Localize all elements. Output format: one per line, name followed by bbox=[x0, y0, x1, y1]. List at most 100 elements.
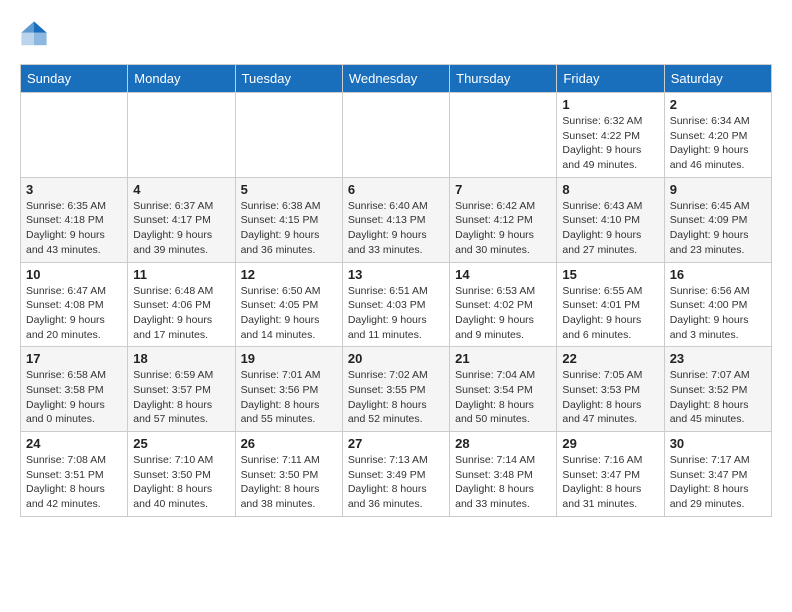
calendar-cell: 17 Sunrise: 6:58 AMSunset: 3:58 PMDayligh… bbox=[21, 347, 128, 432]
calendar-cell: 2 Sunrise: 6:34 AMSunset: 4:20 PMDaylight… bbox=[664, 93, 771, 178]
day-detail: Sunrise: 6:48 AMSunset: 4:06 PMDaylight:… bbox=[133, 284, 229, 343]
calendar-cell bbox=[342, 93, 449, 178]
calendar-cell: 23 Sunrise: 7:07 AMSunset: 3:52 PMDayligh… bbox=[664, 347, 771, 432]
calendar-header-tuesday: Tuesday bbox=[235, 65, 342, 93]
calendar-cell: 10 Sunrise: 6:47 AMSunset: 4:08 PMDayligh… bbox=[21, 262, 128, 347]
calendar-cell bbox=[128, 93, 235, 178]
day-detail: Sunrise: 6:47 AMSunset: 4:08 PMDaylight:… bbox=[26, 284, 122, 343]
day-detail: Sunrise: 6:34 AMSunset: 4:20 PMDaylight:… bbox=[670, 114, 766, 173]
day-number: 8 bbox=[562, 182, 658, 197]
day-number: 28 bbox=[455, 436, 551, 451]
calendar-cell: 26 Sunrise: 7:11 AMSunset: 3:50 PMDayligh… bbox=[235, 432, 342, 517]
day-number: 11 bbox=[133, 267, 229, 282]
calendar-week-row: 17 Sunrise: 6:58 AMSunset: 3:58 PMDayligh… bbox=[21, 347, 772, 432]
day-detail: Sunrise: 7:07 AMSunset: 3:52 PMDaylight:… bbox=[670, 368, 766, 427]
calendar-cell: 13Sunrise: 6:51 AMSunset: 4:03 PMDayligh… bbox=[342, 262, 449, 347]
day-detail: Sunrise: 7:10 AMSunset: 3:50 PMDaylight:… bbox=[133, 453, 229, 512]
day-detail: Sunrise: 6:59 AMSunset: 3:57 PMDaylight:… bbox=[133, 368, 229, 427]
page-header bbox=[20, 20, 772, 48]
day-detail: Sunrise: 7:16 AMSunset: 3:47 PMDaylight:… bbox=[562, 453, 658, 512]
calendar-cell: 27 Sunrise: 7:13 AMSunset: 3:49 PMDayligh… bbox=[342, 432, 449, 517]
calendar-week-row: 3Sunrise: 6:35 AMSunset: 4:18 PMDaylight… bbox=[21, 177, 772, 262]
day-number: 13 bbox=[348, 267, 444, 282]
day-number: 22 bbox=[562, 351, 658, 366]
day-number: 30 bbox=[670, 436, 766, 451]
day-number: 17 bbox=[26, 351, 122, 366]
day-detail: Sunrise: 7:11 AMSunset: 3:50 PMDaylight:… bbox=[241, 453, 337, 512]
day-number: 4 bbox=[133, 182, 229, 197]
day-detail: Sunrise: 7:01 AMSunset: 3:56 PMDaylight:… bbox=[241, 368, 337, 427]
day-detail: Sunrise: 7:05 AMSunset: 3:53 PMDaylight:… bbox=[562, 368, 658, 427]
calendar-header-sunday: Sunday bbox=[21, 65, 128, 93]
day-number: 10 bbox=[26, 267, 122, 282]
day-number: 7 bbox=[455, 182, 551, 197]
calendar-cell: 7Sunrise: 6:42 AMSunset: 4:12 PMDaylight… bbox=[450, 177, 557, 262]
day-detail: Sunrise: 6:40 AMSunset: 4:13 PMDaylight:… bbox=[348, 199, 444, 258]
calendar-cell: 14Sunrise: 6:53 AMSunset: 4:02 PMDayligh… bbox=[450, 262, 557, 347]
day-number: 19 bbox=[241, 351, 337, 366]
day-number: 2 bbox=[670, 97, 766, 112]
day-number: 20 bbox=[348, 351, 444, 366]
day-number: 15 bbox=[562, 267, 658, 282]
day-detail: Sunrise: 6:50 AMSunset: 4:05 PMDaylight:… bbox=[241, 284, 337, 343]
day-number: 6 bbox=[348, 182, 444, 197]
day-detail: Sunrise: 6:58 AMSunset: 3:58 PMDaylight:… bbox=[26, 368, 122, 427]
day-number: 18 bbox=[133, 351, 229, 366]
calendar-cell: 18 Sunrise: 6:59 AMSunset: 3:57 PMDayligh… bbox=[128, 347, 235, 432]
calendar-cell bbox=[21, 93, 128, 178]
logo-icon bbox=[20, 20, 48, 48]
day-detail: Sunrise: 7:04 AMSunset: 3:54 PMDaylight:… bbox=[455, 368, 551, 427]
day-detail: Sunrise: 7:14 AMSunset: 3:48 PMDaylight:… bbox=[455, 453, 551, 512]
calendar-cell: 9 Sunrise: 6:45 AMSunset: 4:09 PMDaylight… bbox=[664, 177, 771, 262]
day-number: 25 bbox=[133, 436, 229, 451]
calendar-header-monday: Monday bbox=[128, 65, 235, 93]
calendar-cell: 22 Sunrise: 7:05 AMSunset: 3:53 PMDayligh… bbox=[557, 347, 664, 432]
day-number: 21 bbox=[455, 351, 551, 366]
day-detail: Sunrise: 6:37 AMSunset: 4:17 PMDaylight:… bbox=[133, 199, 229, 258]
calendar-cell: 4 Sunrise: 6:37 AMSunset: 4:17 PMDaylight… bbox=[128, 177, 235, 262]
calendar-cell: 5 Sunrise: 6:38 AMSunset: 4:15 PMDaylight… bbox=[235, 177, 342, 262]
day-number: 26 bbox=[241, 436, 337, 451]
calendar-header-wednesday: Wednesday bbox=[342, 65, 449, 93]
day-number: 3 bbox=[26, 182, 122, 197]
day-detail: Sunrise: 6:45 AMSunset: 4:09 PMDaylight:… bbox=[670, 199, 766, 258]
calendar-cell: 1 Sunrise: 6:32 AMSunset: 4:22 PMDaylight… bbox=[557, 93, 664, 178]
calendar-table: SundayMondayTuesdayWednesdayThursdayFrid… bbox=[20, 64, 772, 517]
day-detail: Sunrise: 7:08 AMSunset: 3:51 PMDaylight:… bbox=[26, 453, 122, 512]
day-detail: Sunrise: 6:32 AMSunset: 4:22 PMDaylight:… bbox=[562, 114, 658, 173]
calendar-cell: 16Sunrise: 6:56 AMSunset: 4:00 PMDayligh… bbox=[664, 262, 771, 347]
day-detail: Sunrise: 6:43 AMSunset: 4:10 PMDaylight:… bbox=[562, 199, 658, 258]
calendar-cell: 3Sunrise: 6:35 AMSunset: 4:18 PMDaylight… bbox=[21, 177, 128, 262]
calendar-cell: 15Sunrise: 6:55 AMSunset: 4:01 PMDayligh… bbox=[557, 262, 664, 347]
calendar-week-row: 10 Sunrise: 6:47 AMSunset: 4:08 PMDayligh… bbox=[21, 262, 772, 347]
day-number: 9 bbox=[670, 182, 766, 197]
calendar-cell: 28 Sunrise: 7:14 AMSunset: 3:48 PMDayligh… bbox=[450, 432, 557, 517]
calendar-cell: 8 Sunrise: 6:43 AMSunset: 4:10 PMDaylight… bbox=[557, 177, 664, 262]
calendar-header-row: SundayMondayTuesdayWednesdayThursdayFrid… bbox=[21, 65, 772, 93]
calendar-cell: 25 Sunrise: 7:10 AMSunset: 3:50 PMDayligh… bbox=[128, 432, 235, 517]
calendar-cell: 24 Sunrise: 7:08 AMSunset: 3:51 PMDayligh… bbox=[21, 432, 128, 517]
day-detail: Sunrise: 7:02 AMSunset: 3:55 PMDaylight:… bbox=[348, 368, 444, 427]
day-detail: Sunrise: 6:53 AMSunset: 4:02 PMDaylight:… bbox=[455, 284, 551, 343]
day-number: 12 bbox=[241, 267, 337, 282]
calendar-cell: 30 Sunrise: 7:17 AMSunset: 3:47 PMDayligh… bbox=[664, 432, 771, 517]
day-detail: Sunrise: 6:56 AMSunset: 4:00 PMDaylight:… bbox=[670, 284, 766, 343]
calendar-cell bbox=[235, 93, 342, 178]
calendar-cell: 29 Sunrise: 7:16 AMSunset: 3:47 PMDayligh… bbox=[557, 432, 664, 517]
day-detail: Sunrise: 7:17 AMSunset: 3:47 PMDaylight:… bbox=[670, 453, 766, 512]
calendar-cell: 11 Sunrise: 6:48 AMSunset: 4:06 PMDayligh… bbox=[128, 262, 235, 347]
day-number: 5 bbox=[241, 182, 337, 197]
calendar-header-saturday: Saturday bbox=[664, 65, 771, 93]
day-detail: Sunrise: 6:38 AMSunset: 4:15 PMDaylight:… bbox=[241, 199, 337, 258]
logo bbox=[20, 20, 54, 48]
day-number: 23 bbox=[670, 351, 766, 366]
calendar-cell: 19 Sunrise: 7:01 AMSunset: 3:56 PMDayligh… bbox=[235, 347, 342, 432]
day-detail: Sunrise: 7:13 AMSunset: 3:49 PMDaylight:… bbox=[348, 453, 444, 512]
day-number: 27 bbox=[348, 436, 444, 451]
day-number: 29 bbox=[562, 436, 658, 451]
day-number: 1 bbox=[562, 97, 658, 112]
day-number: 24 bbox=[26, 436, 122, 451]
calendar-week-row: 1 Sunrise: 6:32 AMSunset: 4:22 PMDaylight… bbox=[21, 93, 772, 178]
calendar-cell: 6 Sunrise: 6:40 AMSunset: 4:13 PMDaylight… bbox=[342, 177, 449, 262]
calendar-cell: 12 Sunrise: 6:50 AMSunset: 4:05 PMDayligh… bbox=[235, 262, 342, 347]
